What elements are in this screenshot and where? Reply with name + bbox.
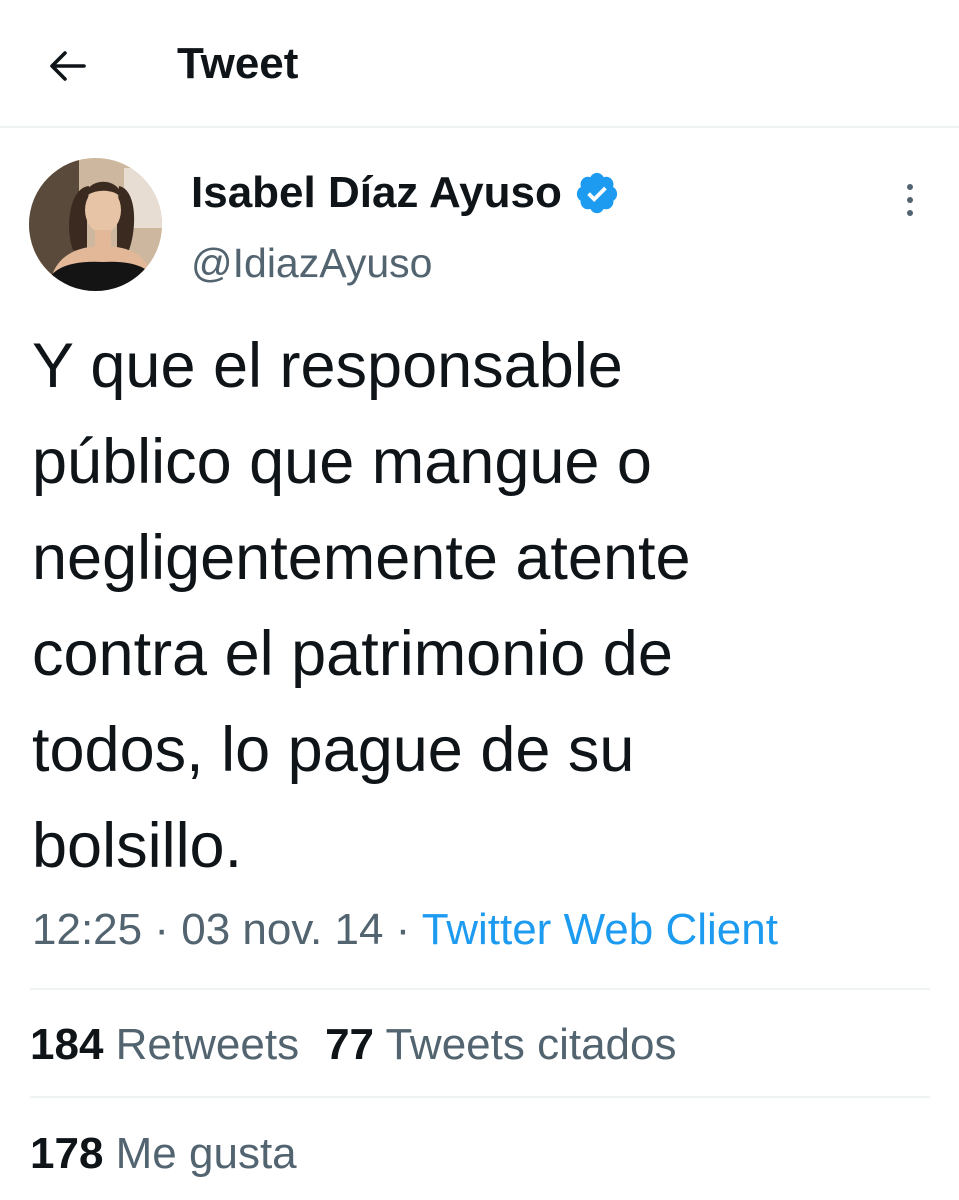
back-button[interactable] bbox=[40, 38, 96, 94]
meta-separator: · bbox=[142, 905, 182, 954]
tweet-date[interactable]: 03 nov. 14 bbox=[181, 905, 383, 954]
retweets-count: 184 bbox=[30, 1020, 104, 1069]
author-name-link[interactable]: Isabel Díaz Ayuso bbox=[191, 164, 620, 222]
tweet-detail-page: Tweet Isabel Díaz Ayuso @IdiazAyuso Y qu… bbox=[0, 0, 959, 1200]
tweet-text: Y que el responsable público que mangue … bbox=[32, 331, 691, 881]
tweet-source-link[interactable]: Twitter Web Client bbox=[422, 905, 778, 954]
more-options-button[interactable] bbox=[890, 175, 930, 225]
quote-tweets-count: 77 bbox=[325, 1020, 375, 1069]
likes-label: Me gusta bbox=[115, 1129, 297, 1178]
divider bbox=[30, 1096, 930, 1098]
meta-separator: · bbox=[383, 905, 422, 954]
author-name: Isabel Díaz Ayuso bbox=[191, 168, 562, 217]
likes-stat[interactable]: 178 Me gusta bbox=[30, 1124, 297, 1184]
author-handle[interactable]: @IdiazAyuso bbox=[191, 238, 432, 288]
quote-tweets-label: Tweets citados bbox=[385, 1020, 677, 1069]
quote-tweets-stat[interactable]: 77 Tweets citados bbox=[325, 1015, 676, 1075]
likes-count: 178 bbox=[30, 1129, 104, 1178]
retweets-stat[interactable]: 184 Retweets bbox=[30, 1015, 299, 1075]
engagement-stats-row: 184 Retweets 77 Tweets citados bbox=[30, 1015, 703, 1075]
verified-badge-icon bbox=[576, 172, 617, 214]
profile-photo bbox=[29, 158, 162, 291]
top-bar: Tweet bbox=[0, 0, 959, 128]
tweet-time[interactable]: 12:25 bbox=[32, 905, 142, 954]
page-title: Tweet bbox=[177, 39, 299, 88]
retweets-label: Retweets bbox=[115, 1020, 300, 1069]
tweet-metadata: 12:25 · 03 nov. 14 · Twitter Web Client bbox=[32, 900, 932, 960]
more-vertical-icon bbox=[907, 184, 913, 216]
likes-stats-row: 178 Me gusta bbox=[30, 1124, 323, 1184]
arrow-left-icon bbox=[50, 51, 86, 81]
avatar[interactable] bbox=[29, 158, 162, 291]
divider bbox=[30, 988, 930, 990]
